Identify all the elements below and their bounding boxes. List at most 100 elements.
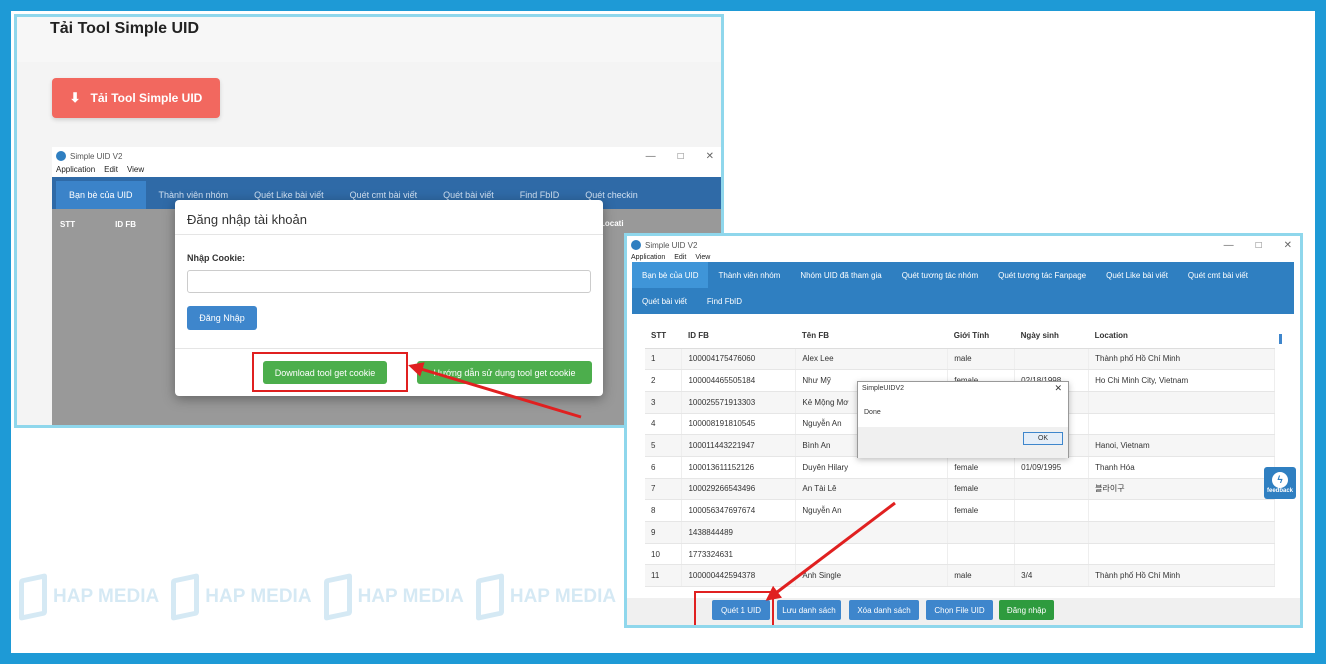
tab-row: Bạn bè của UID Thành viên nhóm Nhóm UID … [632, 262, 1294, 288]
tab-find-fbid[interactable]: Find FbID [697, 288, 752, 314]
download-tool-label: Tải Tool Simple UID [90, 91, 203, 105]
col-id-fb-cell: 100029266543496 [681, 478, 797, 501]
col-id-fb-cell: 100004175476060 [681, 348, 797, 371]
feedback-label: feedback [1266, 488, 1293, 494]
hap-media-logo-icon [323, 573, 352, 621]
window-controls: — □ ✕ [1224, 240, 1300, 251]
tab-post-likes[interactable]: Quét Like bài viết [1096, 262, 1178, 288]
col-gender-cell [947, 543, 1016, 566]
tab-fanpage-interactions[interactable]: Quét tương tác Fanpage [988, 262, 1096, 288]
menu-bar: Application Edit View [52, 165, 721, 177]
modal-title: Đăng nhập tài khoản [187, 212, 307, 227]
scrollbar-thumb[interactable] [1279, 334, 1282, 344]
results-table-wrapper: STT ID FB Tên FB Giới Tính Ngày sinh Loc… [645, 324, 1275, 614]
menu-application[interactable]: Application [56, 165, 95, 177]
col-location-cell [1088, 499, 1275, 522]
col-name-cell: Alex Lee [795, 348, 949, 371]
maximize-icon[interactable]: □ [678, 151, 684, 162]
col-location-cell [1088, 413, 1275, 436]
col-birthday-cell [1014, 543, 1090, 566]
tab-group-members[interactable]: Thành viên nhóm [708, 262, 790, 288]
menu-application[interactable]: Application [631, 254, 665, 262]
window-titlebar: Simple UID V2 — □ ✕ [52, 147, 721, 165]
col-location-cell: Thanh Hóa [1088, 456, 1275, 479]
download-tool-button[interactable]: ⬇ Tải Tool Simple UID [52, 78, 220, 118]
menu-edit[interactable]: Edit [674, 254, 686, 262]
menu-view[interactable]: View [695, 254, 710, 262]
col-location-partial: Locati [600, 219, 624, 228]
table-row[interactable]: 7 100029266543496 An Tài Lê female 블라이구 [645, 478, 1275, 501]
menu-view[interactable]: View [127, 165, 144, 177]
hap-media-logo-icon [19, 573, 47, 621]
col-name-cell: Nguyễn An [795, 499, 949, 522]
col-gender-cell: female [947, 478, 1016, 501]
col-id-fb-cell: 100013611152126 [681, 456, 797, 479]
tab-friends[interactable]: Bạn bè của UID [632, 262, 709, 288]
table-row[interactable]: 6 100013611152126 Duyên Hilary female 01/09/… [645, 456, 1275, 479]
tab-posts[interactable]: Quét bài viết [632, 288, 697, 314]
dialog-title: SimpleUIDV2 [862, 385, 905, 392]
download-icon: ⬇ [69, 90, 81, 105]
right-screenshot: Simple UID V2 — □ ✕ Application Edit Vie… [624, 233, 1303, 628]
col-stt-cell: 6 [645, 456, 683, 479]
col-stt-cell: 5 [645, 434, 683, 457]
tab-group-interactions[interactable]: Quét tương tác nhóm [892, 262, 988, 288]
app-icon [56, 151, 66, 161]
col-name-cell: Duyên Hilary [795, 456, 949, 479]
divider [175, 234, 603, 235]
minimize-icon[interactable]: — [1224, 240, 1234, 251]
col-birthday[interactable]: Ngày sinh [1014, 324, 1089, 349]
clear-list-button[interactable]: Xóa danh sách [849, 600, 919, 620]
col-id-fb[interactable]: ID FB [681, 324, 796, 349]
ok-button[interactable]: OK [1023, 432, 1063, 445]
watermark: HAP MEDIA HAP MEDIA HAP MEDIA HAP MEDIA [19, 573, 616, 621]
choose-uid-file-button[interactable]: Chọn File UID [926, 600, 993, 620]
table-row[interactable]: 1 100004175476060 Alex Lee male Thành phố Hồ… [645, 348, 1275, 371]
col-stt: STT [60, 219, 76, 229]
table-row[interactable]: 10 1773324631 [645, 543, 1275, 566]
col-location-cell: 블라이구 [1088, 478, 1275, 501]
col-birthday-cell: 01/09/1995 [1014, 456, 1090, 479]
tab-joined-groups[interactable]: Nhóm UID đã tham gia [790, 262, 891, 288]
col-id-fb-cell: 100008191810545 [681, 413, 797, 436]
col-stt[interactable]: STT [645, 324, 682, 349]
tab-post-comments[interactable]: Quét cmt bài viết [1178, 262, 1258, 288]
close-icon[interactable]: ✕ [1054, 383, 1062, 394]
col-location-cell: Thành phố Hồ Chí Minh [1088, 348, 1275, 371]
col-location[interactable]: Location [1088, 324, 1275, 349]
col-id-fb-cell: 100000442594378 [681, 564, 797, 588]
col-location-cell [1088, 391, 1275, 414]
minimize-icon[interactable]: — [646, 151, 656, 162]
close-icon[interactable]: ✕ [1284, 240, 1292, 251]
col-id-fb-cell: 1438844489 [681, 521, 797, 544]
window-title: Simple UID V2 [645, 240, 698, 250]
table-row[interactable]: 9 1438844489 [645, 521, 1275, 544]
maximize-icon[interactable]: □ [1256, 240, 1262, 251]
col-birthday-cell [1014, 521, 1090, 544]
divider [175, 348, 603, 349]
close-icon[interactable]: ✕ [706, 151, 714, 162]
col-id-fb-cell: 100025571913303 [681, 391, 797, 414]
window-title: Simple UID V2 [70, 151, 123, 161]
tab-row: Quét bài viết Find FbID [632, 288, 1294, 314]
done-dialog: SimpleUIDV2 ✕ Done OK [857, 381, 1069, 458]
menu-edit[interactable]: Edit [104, 165, 118, 177]
dialog-message: Done [864, 409, 881, 416]
col-name-cell: An Tài Lê [795, 478, 949, 501]
table-row[interactable]: 11 100000442594378 Anh Single male 3/4 Thành … [645, 564, 1275, 588]
login-button[interactable]: Đăng nhập [999, 600, 1054, 620]
cookie-input[interactable] [187, 270, 591, 293]
login-button[interactable]: Đăng Nhập [187, 306, 257, 330]
guide-get-cookie-button[interactable]: Hướng dẫn sử dụng tool get cookie [417, 361, 592, 384]
col-name[interactable]: Tên FB [795, 324, 948, 349]
save-list-button[interactable]: Lưu danh sách [777, 600, 841, 620]
col-stt-cell: 1 [645, 348, 683, 371]
col-gender[interactable]: Giới Tính [947, 324, 1015, 349]
col-id-fb: ID FB [115, 219, 136, 229]
messenger-feedback-button[interactable]: ϟ feedback [1264, 467, 1296, 499]
col-stt-cell: 2 [645, 369, 683, 392]
app-window: Simple UID V2 — □ ✕ Application Edit Vie… [627, 236, 1300, 625]
tab-friends[interactable]: Bạn bè của UID [56, 181, 146, 209]
outer-frame: HAP MEDIA HAP MEDIA HAP MEDIA HAP MEDIA … [0, 0, 1326, 664]
table-row[interactable]: 8 100056347697674 Nguyễn An female [645, 499, 1275, 522]
